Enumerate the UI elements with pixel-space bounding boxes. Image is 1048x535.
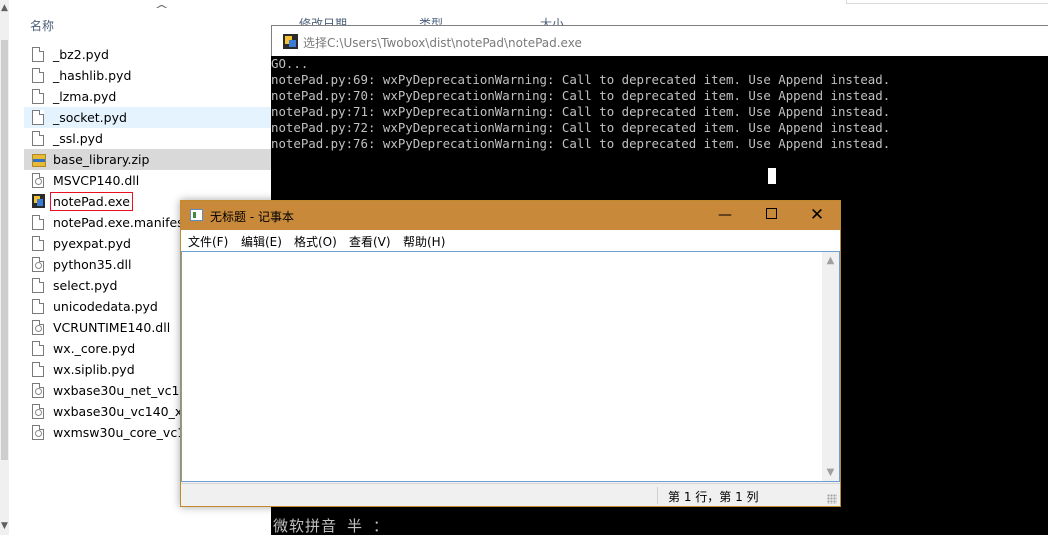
console-app-icon	[283, 34, 298, 49]
file-name: _bz2.pyd	[53, 47, 109, 62]
file-name: wx._core.pyd	[53, 341, 136, 356]
file-name: _socket.pyd	[53, 110, 127, 125]
minimize-button[interactable]: —	[702, 201, 748, 230]
exe-icon	[32, 193, 46, 210]
file-row[interactable]: _socket.pyd	[24, 107, 280, 128]
file-name: notePad.exe	[50, 192, 133, 211]
file-icon	[32, 298, 46, 315]
status-separator	[657, 487, 658, 504]
file-row[interactable]: _hashlib.pyd	[24, 65, 280, 86]
file-row[interactable]: base_library.zip	[24, 149, 280, 170]
console-line: notePad.py:70: wxPyDeprecationWarning: C…	[271, 88, 891, 103]
scrollbar-thumb[interactable]	[1, 40, 8, 460]
sort-ascending-icon: ^	[154, 3, 169, 16]
explorer-vertical-scrollbar[interactable]: ▲ ▼	[0, 0, 9, 535]
notepad-menubar: 文件(F) 编辑(E) 格式(O) 查看(V) 帮助(H)	[181, 230, 840, 251]
search-box[interactable]	[846, 0, 1048, 4]
file-name: wx.siplib.pyd	[53, 362, 135, 377]
close-button[interactable]: ✕	[794, 201, 840, 230]
menu-help[interactable]: 帮助(H)	[403, 233, 445, 250]
menu-view[interactable]: 查看(V)	[349, 233, 391, 250]
column-header-name[interactable]: 名称	[30, 17, 54, 34]
notepad-app-icon	[190, 209, 203, 221]
console-line: notePad.py:72: wxPyDeprecationWarning: C…	[271, 120, 891, 135]
console-line: notePad.py:76: wxPyDeprecationWarning: C…	[271, 136, 891, 151]
dll-gear-icon	[32, 424, 46, 441]
file-icon	[32, 88, 46, 105]
file-icon	[32, 235, 46, 252]
file-icon	[32, 361, 46, 378]
scroll-up-arrow-icon[interactable]: ▲	[0, 2, 9, 14]
file-name: VCRUNTIME140.dll	[53, 320, 171, 335]
cursor-position: 第 1 行，第 1 列	[668, 490, 759, 504]
file-icon	[32, 277, 46, 294]
menu-format[interactable]: 格式(O)	[294, 233, 337, 250]
menu-edit[interactable]: 编辑(E)	[241, 233, 282, 250]
notepad-title: 无标题 - 记事本	[210, 210, 294, 224]
notepad-window[interactable]: 无标题 - 记事本 — ✕ 文件(F) 编辑(E) 格式(O) 查看(V) 帮助…	[180, 200, 841, 507]
file-name: base_library.zip	[53, 152, 150, 167]
console-titlebar[interactable]: 选择C:\Users\Twobox\dist\notePad\notePad.e…	[271, 25, 1048, 56]
text-cursor	[768, 168, 776, 184]
file-name: _hashlib.pyd	[53, 68, 132, 83]
file-icon	[32, 130, 46, 147]
maximize-button[interactable]	[748, 201, 794, 230]
zip-folder-icon	[32, 152, 46, 168]
dll-gear-icon	[32, 172, 46, 189]
console-line: notePad.py:69: wxPyDeprecationWarning: C…	[271, 72, 891, 87]
dll-gear-icon	[32, 382, 46, 399]
file-icon	[32, 214, 46, 231]
file-icon	[32, 46, 46, 63]
file-name: pyexpat.pyd	[53, 236, 131, 251]
dll-gear-icon	[32, 403, 46, 420]
console-line: GO...	[271, 56, 309, 71]
file-name: python35.dll	[53, 257, 132, 272]
file-row[interactable]: _bz2.pyd	[24, 44, 280, 65]
file-icon	[32, 67, 46, 84]
file-name: _lzma.pyd	[53, 89, 117, 104]
ime-status: 微软拼音 半 ：	[273, 517, 390, 535]
resize-grip-icon[interactable]	[827, 494, 837, 504]
menu-file[interactable]: 文件(F)	[188, 233, 228, 250]
notepad-statusbar: 第 1 行，第 1 列	[181, 483, 840, 506]
console-title: 选择C:\Users\Twobox\dist\notePad\notePad.e…	[303, 36, 582, 50]
notepad-titlebar[interactable]: 无标题 - 记事本 — ✕	[181, 201, 840, 230]
file-row[interactable]: MSVCP140.dll	[24, 170, 280, 191]
file-row[interactable]: _ssl.pyd	[24, 128, 280, 149]
maximize-icon	[765, 208, 777, 219]
file-row[interactable]: _lzma.pyd	[24, 86, 280, 107]
file-name: MSVCP140.dll	[53, 173, 140, 188]
file-name: unicodedata.pyd	[53, 299, 158, 314]
console-line: notePad.py:71: wxPyDeprecationWarning: C…	[271, 104, 891, 119]
notepad-text-area[interactable]	[181, 251, 840, 482]
file-name: _ssl.pyd	[53, 131, 103, 146]
dll-gear-icon	[32, 256, 46, 273]
file-name: notePad.exe.manifest	[53, 215, 189, 230]
file-name: select.pyd	[53, 278, 118, 293]
scroll-down-arrow-icon[interactable]: ▼	[0, 520, 9, 532]
file-icon	[32, 109, 46, 126]
dll-gear-icon	[32, 319, 46, 336]
file-icon	[32, 340, 46, 357]
